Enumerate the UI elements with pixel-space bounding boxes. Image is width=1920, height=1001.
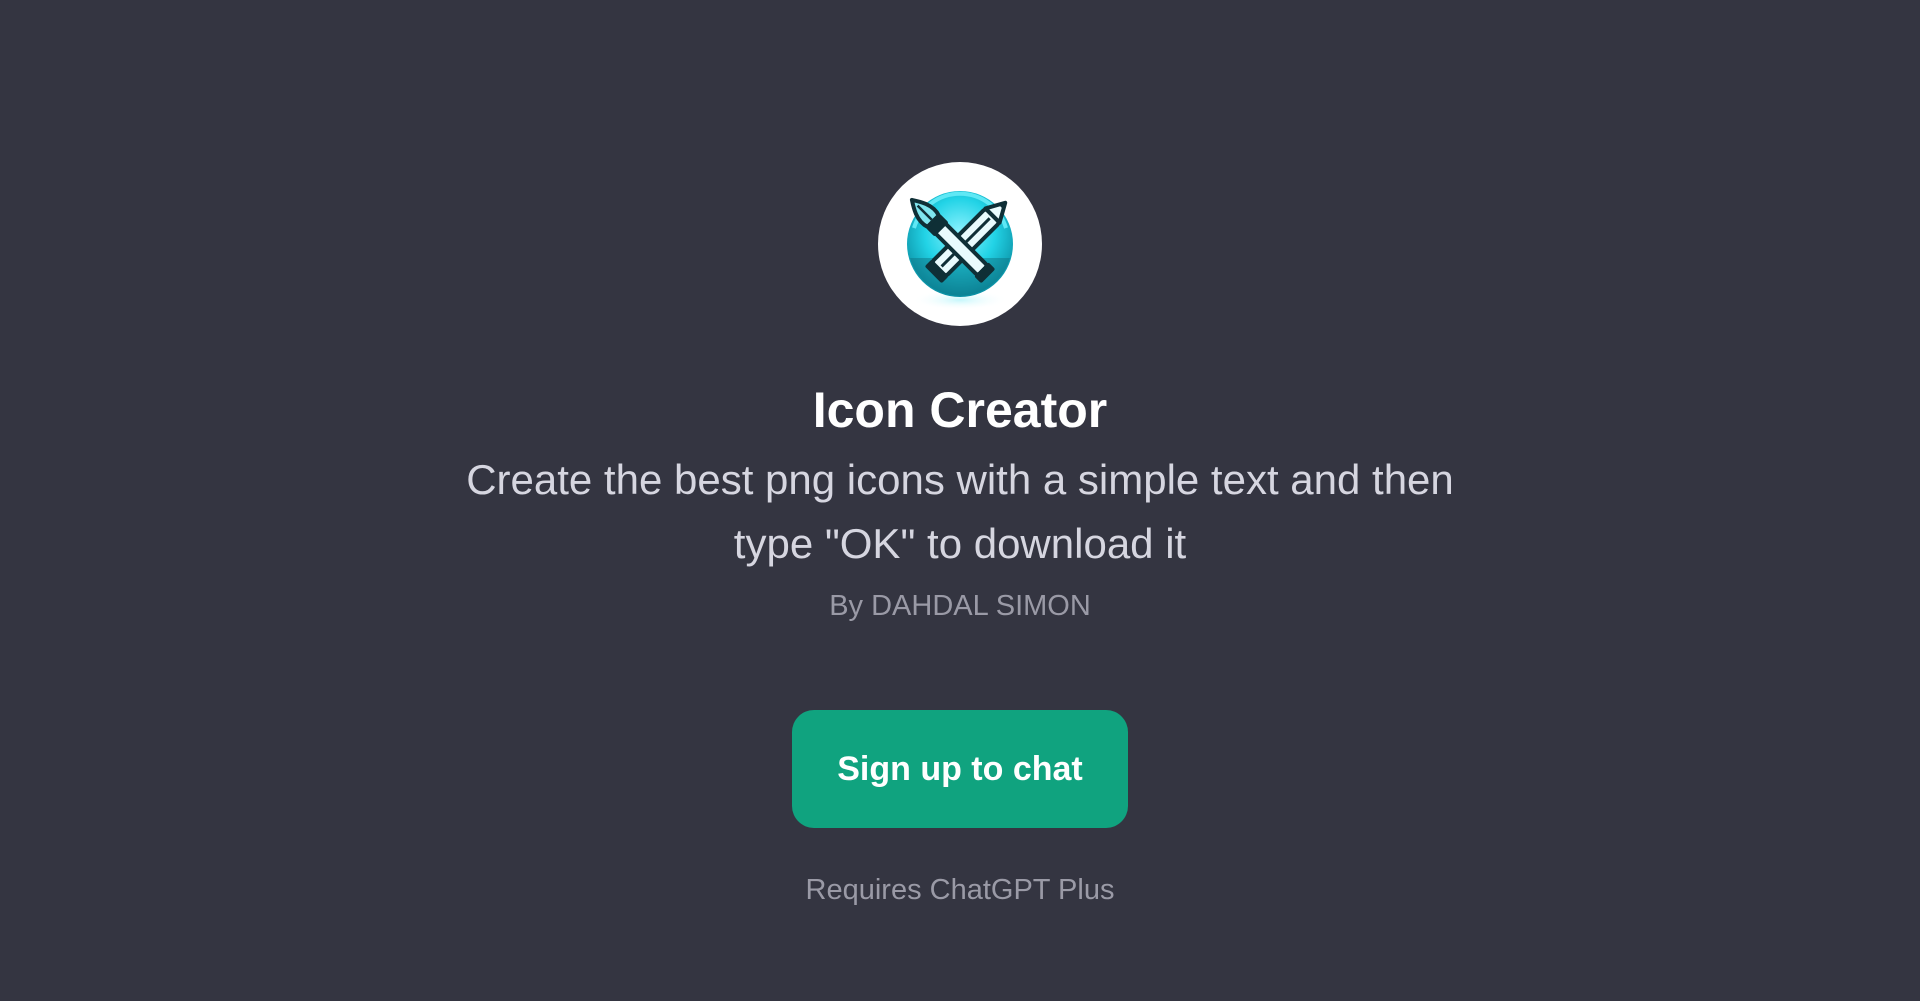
gpt-description: Create the best png icons with a simple … xyxy=(466,456,1454,567)
plan-requirement-note: Requires ChatGPT Plus xyxy=(805,874,1115,906)
gpt-avatar xyxy=(878,162,1042,326)
sign-up-to-chat-button[interactable]: Sign up to chat xyxy=(792,710,1128,828)
gpt-title: Icon Creator xyxy=(812,382,1108,438)
crossed-paintbrush-pencil-icon xyxy=(907,191,1013,310)
author-byline: By DAHDAL SIMON xyxy=(829,590,1091,622)
gpt-landing-page: Icon Creator Create the best png icons w… xyxy=(0,0,1920,1001)
